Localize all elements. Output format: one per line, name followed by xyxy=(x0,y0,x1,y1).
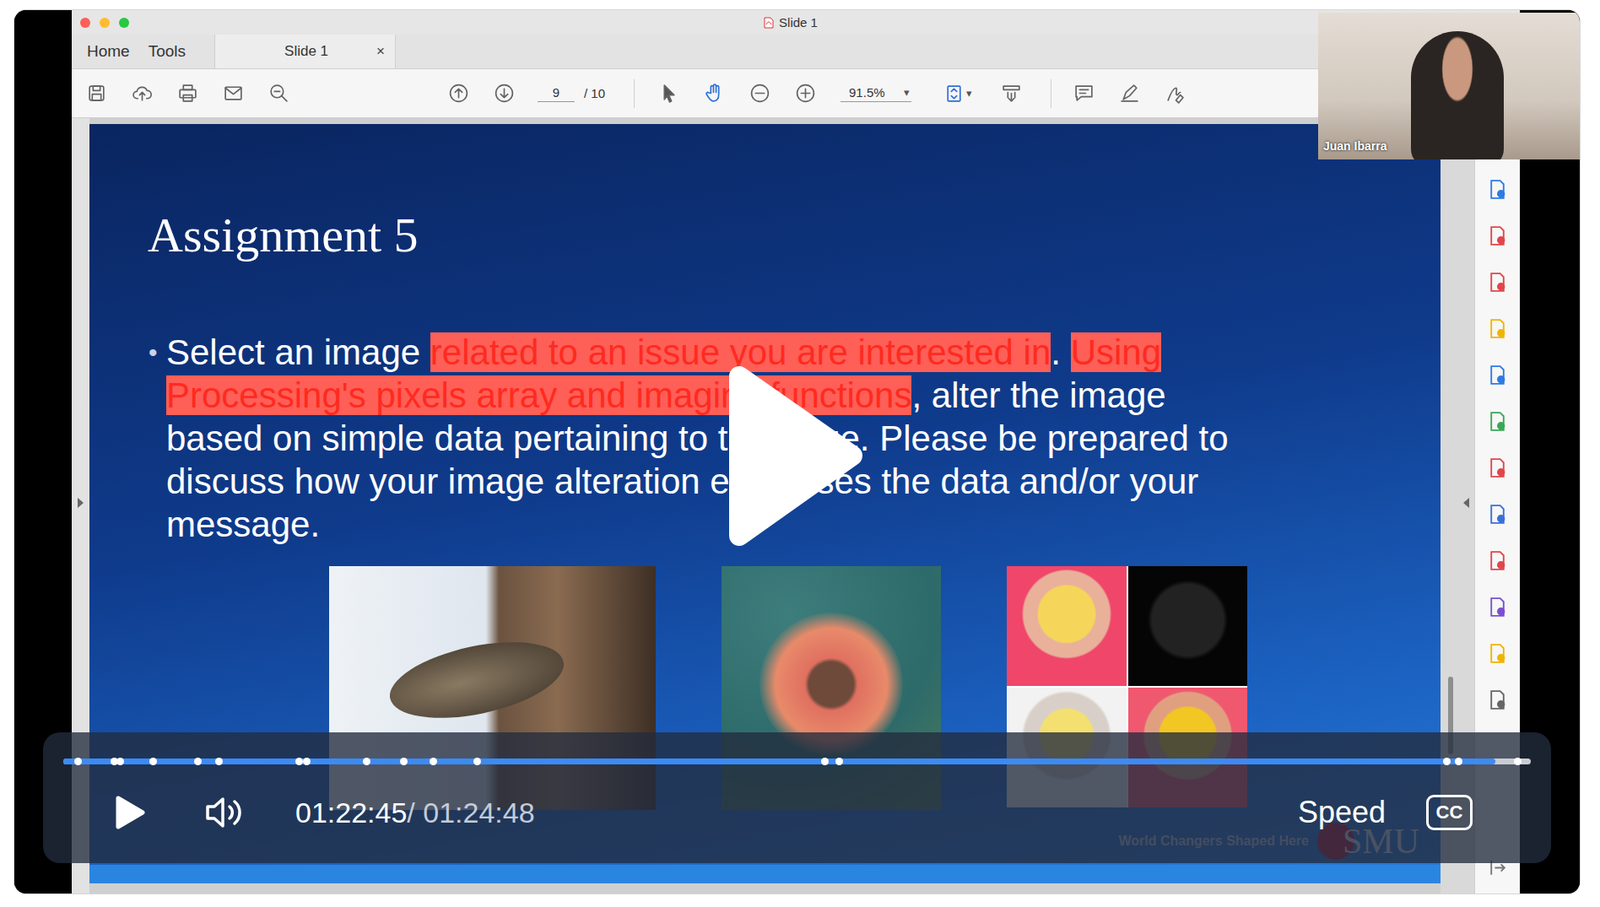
toolbar-separator xyxy=(633,79,635,109)
zoom-dropdown-icon[interactable]: ▾ xyxy=(903,86,910,99)
video-controls: 01:22:45/ 01:24:48 Speed CC xyxy=(43,732,1552,864)
webcam-video: Juan Ibarra xyxy=(1318,12,1580,160)
create-pdf-icon[interactable] xyxy=(1486,225,1509,247)
close-tab-button[interactable]: × xyxy=(376,43,385,60)
next-page-icon[interactable] xyxy=(493,82,515,104)
chapter-marker[interactable] xyxy=(116,757,125,766)
video-player[interactable]: Slide 1HomeToolsSlide 1×9/ 1091.5%▾▾Assi… xyxy=(14,10,1580,894)
tools-icon[interactable] xyxy=(1486,689,1509,711)
chapter-marker[interactable] xyxy=(194,757,202,766)
search-icon[interactable] xyxy=(268,82,290,104)
zoom-in-icon[interactable] xyxy=(794,82,817,104)
comment-icon[interactable] xyxy=(1486,318,1509,340)
chapter-marker[interactable] xyxy=(362,757,371,766)
tab[interactable]: Home xyxy=(83,34,146,69)
window-title: Slide 1 xyxy=(129,15,1453,30)
fit-page-button[interactable]: ▾ xyxy=(943,82,973,104)
save-icon[interactable] xyxy=(86,82,108,104)
time-display: 01:22:45/ 01:24:48 xyxy=(295,796,536,830)
zoom-field[interactable]: 91.5%▾ xyxy=(840,85,912,103)
pdf-icon[interactable] xyxy=(1486,550,1509,572)
text-line: Processing's pixels array and imaging fu… xyxy=(166,373,1229,417)
volume-icon[interactable] xyxy=(204,794,245,831)
tab-bar: HomeTools Slide 1× xyxy=(71,34,1520,70)
chapter-marker[interactable] xyxy=(821,757,829,766)
chapter-marker[interactable] xyxy=(295,757,303,766)
text-line: Select an image related to an issue you … xyxy=(166,330,1229,374)
fit-page-icon xyxy=(943,82,965,104)
page-number-field[interactable]: 9 xyxy=(537,85,575,103)
speed-button[interactable]: Speed xyxy=(1297,794,1386,831)
previous-page-icon[interactable] xyxy=(448,82,470,104)
text-line: discuss how your image alteration expres… xyxy=(166,459,1229,503)
chapter-marker[interactable] xyxy=(215,757,223,766)
chapter-marker[interactable] xyxy=(473,757,482,766)
fit-dropdown-icon[interactable]: ▾ xyxy=(966,86,973,100)
comment-icon[interactable] xyxy=(1073,82,1095,104)
export-pdf-icon[interactable] xyxy=(1486,178,1509,200)
text-line: based on simple data pertaining to the i… xyxy=(166,416,1229,460)
highlight-pen-icon[interactable] xyxy=(1118,82,1141,104)
tab[interactable]: Tools xyxy=(145,34,201,69)
mail-icon[interactable] xyxy=(222,82,244,104)
chapter-marker[interactable] xyxy=(835,757,844,766)
chapter-marker[interactable] xyxy=(400,757,408,766)
play-icon[interactable] xyxy=(114,794,146,831)
fill-sign-icon[interactable] xyxy=(1486,457,1509,479)
hand-icon[interactable] xyxy=(703,82,725,104)
pdf-file-icon xyxy=(763,16,774,29)
bullet-icon: • xyxy=(148,330,167,374)
big-play-icon[interactable] xyxy=(727,364,863,548)
upload-cloud-icon[interactable] xyxy=(131,82,153,104)
tab[interactable]: Slide 1× xyxy=(214,34,396,69)
progress-bar[interactable] xyxy=(63,758,1531,765)
text-line: message. xyxy=(166,502,1229,546)
chapter-marker[interactable] xyxy=(1443,757,1451,766)
send-icon[interactable] xyxy=(1486,643,1509,665)
video-page: Slide 1HomeToolsSlide 1×9/ 1091.5%▾▾Assi… xyxy=(0,0,1600,907)
print-icon[interactable] xyxy=(177,82,199,104)
edit-pdf-icon[interactable] xyxy=(1486,410,1509,433)
chapter-marker[interactable] xyxy=(74,757,82,766)
pointer-icon[interactable] xyxy=(658,82,680,104)
organize-pages-icon[interactable] xyxy=(1486,271,1509,293)
expand-arrow-icon[interactable] xyxy=(77,497,84,509)
chapter-marker[interactable] xyxy=(1454,757,1463,766)
protect-icon[interactable] xyxy=(1486,503,1509,525)
zoom-button[interactable] xyxy=(118,17,130,28)
toolbar-separator xyxy=(1050,79,1052,109)
sign-icon[interactable] xyxy=(1164,82,1186,104)
collapse-arrow-icon[interactable] xyxy=(1463,497,1470,509)
minimize-button[interactable] xyxy=(99,17,110,28)
chapter-marker[interactable] xyxy=(149,757,157,766)
scroll-mode-icon[interactable] xyxy=(1000,82,1022,104)
captions-button[interactable]: CC xyxy=(1426,794,1473,831)
chapter-marker[interactable] xyxy=(429,757,438,766)
title-bar: Slide 1 xyxy=(71,10,1520,35)
chapter-marker[interactable] xyxy=(1513,757,1522,766)
sign-icon[interactable] xyxy=(1486,596,1509,618)
compress-icon[interactable] xyxy=(1486,364,1509,386)
slide-title: Assignment 5 xyxy=(89,205,1441,265)
zoom-out-icon[interactable] xyxy=(749,82,771,104)
toolbar: 9/ 1091.5%▾▾ xyxy=(71,69,1520,119)
chapter-marker[interactable] xyxy=(302,757,311,766)
close-button[interactable] xyxy=(80,17,91,28)
page-count: / 10 xyxy=(583,86,606,101)
participant-name: Juan Ibarra xyxy=(1323,139,1387,153)
